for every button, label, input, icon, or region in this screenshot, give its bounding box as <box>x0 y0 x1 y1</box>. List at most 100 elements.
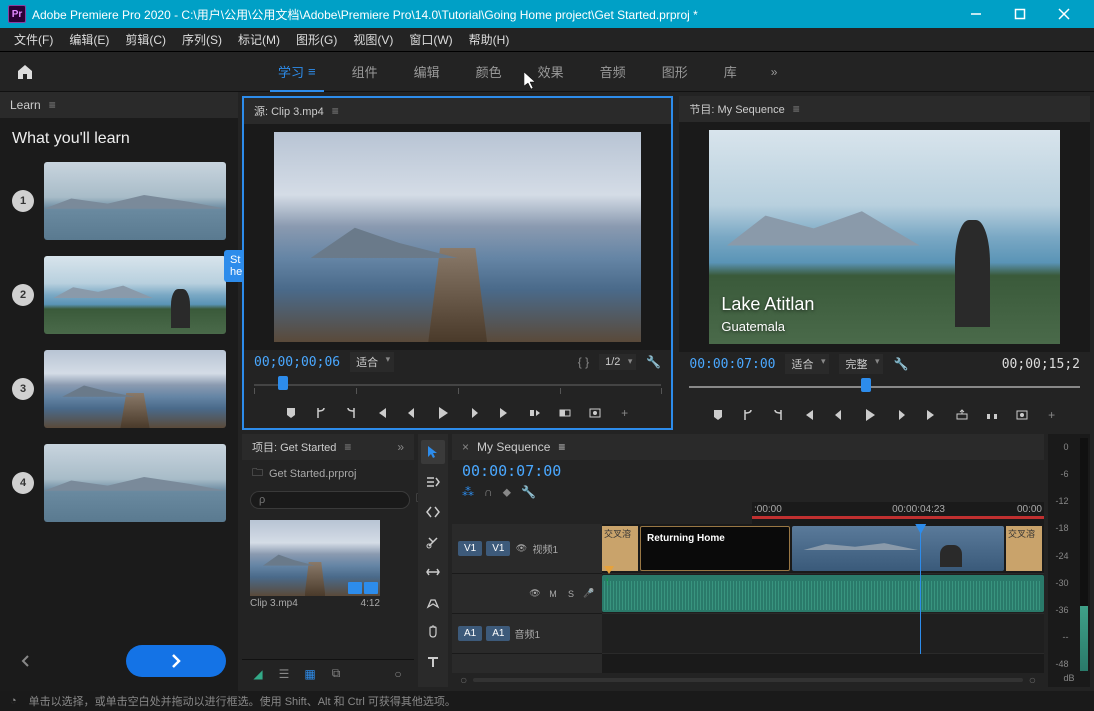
snap-icon[interactable]: ⁂ <box>462 485 474 499</box>
voice-over-icon[interactable]: 🎤 <box>582 587 596 601</box>
transition-clip[interactable]: 交叉溶 <box>1006 526 1042 571</box>
menu-markers[interactable]: 标记(M) <box>230 28 288 51</box>
workspace-assembly[interactable]: 组件 <box>334 52 396 92</box>
lift-button[interactable] <box>951 404 973 426</box>
a1-target[interactable]: A1 <box>486 626 510 641</box>
hand-tool[interactable] <box>421 620 445 644</box>
overwrite-button[interactable] <box>554 402 576 424</box>
lesson-item[interactable]: 4 <box>12 444 226 522</box>
program-scrubber[interactable] <box>689 376 1080 400</box>
insert-button[interactable] <box>524 402 546 424</box>
home-icon[interactable] <box>10 57 40 87</box>
video-clip[interactable] <box>792 526 1004 571</box>
add-marker-button[interactable] <box>707 404 729 426</box>
lesson-thumb[interactable] <box>44 256 226 334</box>
razor-tool[interactable] <box>421 530 445 554</box>
menu-help[interactable]: 帮助(H) <box>461 28 518 51</box>
learn-back-button[interactable] <box>12 647 40 675</box>
mark-out-button[interactable] <box>767 404 789 426</box>
lesson-thumb[interactable] <box>44 350 226 428</box>
lesson-item[interactable]: 2 <box>12 256 226 334</box>
extract-button[interactable] <box>981 404 1003 426</box>
play-button[interactable] <box>430 402 456 424</box>
menu-file[interactable]: 文件(F) <box>6 28 61 51</box>
hamburger-icon[interactable]: ≡ <box>308 64 316 79</box>
overflow-icon[interactable]: » <box>397 440 404 454</box>
project-search-input[interactable] <box>250 491 410 509</box>
timeline-tracks[interactable]: 交叉溶 Returning Home 交叉溶 L <box>602 524 1044 673</box>
workspace-libraries[interactable]: 库 <box>706 52 755 92</box>
source-resolution-select[interactable]: 1/2 <box>599 354 636 370</box>
list-view-icon[interactable]: ☰ <box>276 666 292 682</box>
hamburger-icon[interactable]: ≡ <box>558 440 565 454</box>
a1-track-header-2[interactable]: A1 A1 音频1 <box>452 614 602 654</box>
hamburger-icon[interactable]: ≡ <box>793 102 800 116</box>
go-to-out-button[interactable] <box>921 404 943 426</box>
settings-icon[interactable]: 🔧 <box>893 357 908 371</box>
step-forward-button[interactable] <box>891 404 913 426</box>
program-timecode[interactable]: 00:00:07:00 <box>689 357 775 372</box>
v1-source-patch[interactable]: V1 <box>458 541 482 556</box>
a1-track-header[interactable]: 👁 M S 🎤 <box>452 574 602 614</box>
button-editor[interactable]: + <box>614 402 636 424</box>
lesson-thumb[interactable] <box>44 444 226 522</box>
lesson-item[interactable]: 3 <box>12 350 226 428</box>
workspace-overflow[interactable]: » <box>755 65 794 79</box>
menu-graphics[interactable]: 图形(G) <box>288 28 345 51</box>
icon-view-icon[interactable]: ▦ <box>302 666 318 682</box>
hamburger-icon[interactable]: ≡ <box>344 440 351 454</box>
add-marker-button[interactable] <box>280 402 302 424</box>
settings-icon[interactable]: 🔧 <box>646 355 661 369</box>
playhead[interactable] <box>920 524 921 654</box>
coach-mark[interactable]: St he <box>224 250 242 282</box>
menu-window[interactable]: 窗口(W) <box>401 28 460 51</box>
mute-button[interactable]: M <box>546 587 560 601</box>
program-quality-select[interactable]: 完整 <box>839 354 883 374</box>
timeline-timecode[interactable]: 00:00:07:00 <box>452 460 1044 482</box>
menu-edit[interactable]: 编辑(E) <box>61 28 117 51</box>
project-clip-item[interactable]: Clip 3.mp44:12 <box>250 520 380 611</box>
menu-view[interactable]: 视图(V) <box>345 28 401 51</box>
workspace-editing[interactable]: 编辑 <box>396 52 458 92</box>
program-zoom-select[interactable]: 适合 <box>785 354 829 374</box>
minimize-button[interactable] <box>954 0 998 28</box>
source-zoom-select[interactable]: 适合 <box>350 352 394 372</box>
go-to-in-button[interactable] <box>370 402 392 424</box>
toggle-output-icon[interactable]: 👁 <box>528 587 542 601</box>
marker-icon[interactable]: ⬥ <box>503 485 511 500</box>
workspace-color[interactable]: 颜色 <box>458 52 520 92</box>
close-button[interactable] <box>1042 0 1086 28</box>
timeline-ruler[interactable]: :00:00 00:00:04:23 00:00 <box>752 502 1044 524</box>
timeline-zoom-slider[interactable] <box>473 678 1023 682</box>
track-select-tool[interactable] <box>421 470 445 494</box>
export-frame-button[interactable] <box>584 402 606 424</box>
transition-clip[interactable]: 交叉溶 <box>602 526 638 571</box>
settings-icon[interactable]: 🔧 <box>521 485 536 499</box>
workspace-effects[interactable]: 效果 <box>520 52 582 92</box>
program-viewport[interactable]: Lake AtitlanGuatemala <box>709 130 1060 344</box>
workspace-audio[interactable]: 音频 <box>582 52 644 92</box>
zoom-slider[interactable]: ○ <box>390 666 406 682</box>
go-to-in-button[interactable] <box>797 404 819 426</box>
lesson-item[interactable]: 1 <box>12 162 226 240</box>
source-timecode[interactable]: 00;00;00;06 <box>254 355 340 370</box>
audio-clip[interactable]: L <box>602 575 1044 612</box>
menu-clip[interactable]: 剪辑(C) <box>117 28 174 51</box>
sort-icon[interactable]: ⧉ <box>328 666 344 682</box>
source-viewport[interactable] <box>274 132 641 342</box>
workspace-graphics[interactable]: 图形 <box>644 52 706 92</box>
source-scrubber[interactable] <box>254 374 661 398</box>
solo-button[interactable]: S <box>564 587 578 601</box>
v1-target[interactable]: V1 <box>486 541 510 556</box>
learn-tab[interactable]: Learn <box>10 98 41 112</box>
menu-sequence[interactable]: 序列(S) <box>174 28 230 51</box>
hamburger-icon[interactable]: ≡ <box>49 98 56 112</box>
ripple-edit-tool[interactable] <box>421 500 445 524</box>
lesson-thumb[interactable] <box>44 162 226 240</box>
selection-tool[interactable] <box>421 440 445 464</box>
button-editor[interactable]: + <box>1041 404 1063 426</box>
step-forward-button[interactable] <box>464 402 486 424</box>
linked-selection-icon[interactable]: ∩ <box>484 485 493 499</box>
workspace-learn[interactable]: 学习≡ <box>260 52 334 92</box>
toggle-output-icon[interactable]: 👁 <box>514 542 528 556</box>
